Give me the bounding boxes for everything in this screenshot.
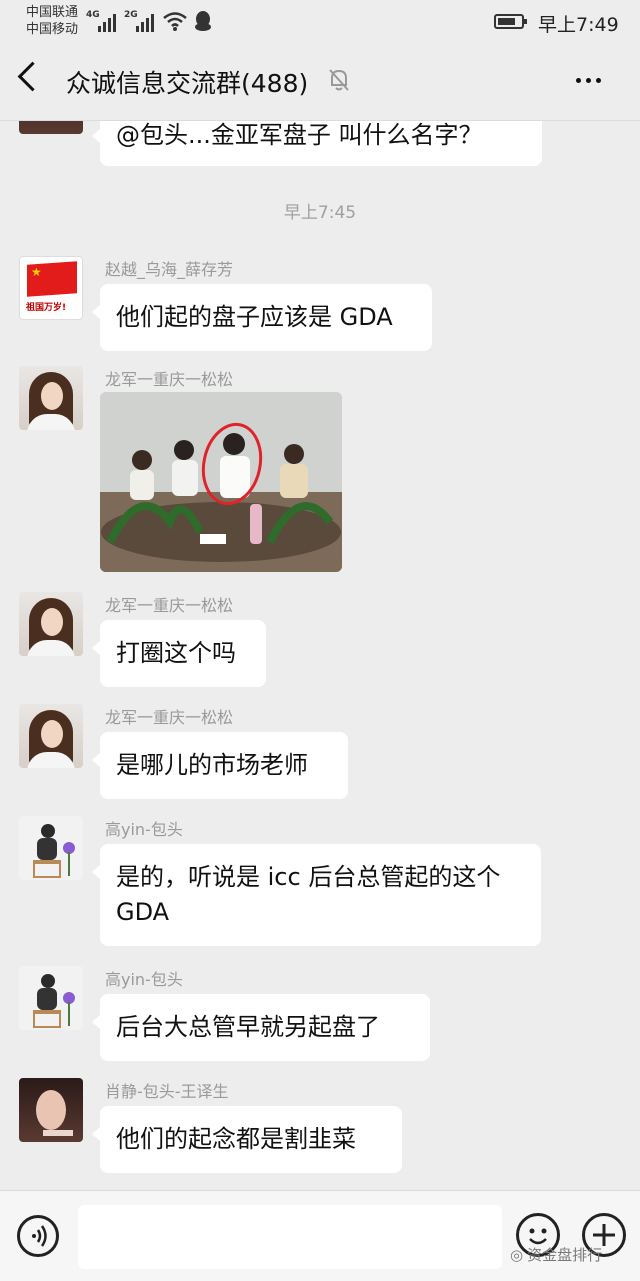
message-input[interactable] [78, 1205, 502, 1269]
sender-name: 龙军一重庆一松松 [105, 370, 234, 389]
sender-name: 肖静-包头-王译生 [105, 1082, 229, 1101]
wechat-icon: ◎ [510, 1245, 524, 1264]
more-icon[interactable] [576, 78, 601, 83]
voice-icon[interactable] [17, 1215, 59, 1257]
signal-icon [98, 10, 116, 32]
photo-image [100, 392, 342, 572]
avatar[interactable] [19, 1078, 83, 1142]
avatar[interactable] [19, 966, 83, 1030]
timestamp: 早上7:45 [283, 203, 357, 223]
battery-icon [494, 14, 527, 29]
input-bar [0, 1190, 640, 1281]
avatar-text: 祖国万岁! [26, 300, 67, 313]
message-list: @包头...金亚军盘子 叫什么名字？ 早上7:45 ★ 祖国万岁! 赵越_乌海_… [0, 120, 640, 1190]
signal-icon-2 [136, 10, 154, 32]
watermark-text: 资金盘排行 [527, 1246, 603, 1264]
carrier-1: 中国联通 [26, 5, 79, 20]
qq-icon [195, 11, 211, 31]
avatar[interactable] [19, 816, 83, 880]
avatar[interactable]: ★ 祖国万岁! [19, 256, 83, 320]
sender-name: 高yin-包头 [105, 970, 183, 989]
message-bubble[interactable]: 他们起的盘子应该是 GDA [92, 284, 432, 351]
wifi-icon [163, 12, 187, 31]
avatar[interactable] [19, 366, 83, 430]
chat-header: 众诚信息交流群(488) [0, 44, 640, 121]
sender-name: 赵越_乌海_薛存芳 [105, 260, 234, 279]
mute-bell-icon [329, 69, 349, 91]
watermark: ◎ 资金盘排行 [510, 1244, 602, 1265]
carrier-2: 中国移动 [26, 22, 79, 37]
message-bubble[interactable]: 打圈这个吗 [92, 620, 266, 687]
message-bubble[interactable]: 后台大总管早就另起盘了 [92, 994, 430, 1061]
back-arrow-icon[interactable] [17, 61, 48, 92]
status-bar: 中国联通 中国移动 4G 2G 早上7:49 [0, 0, 640, 44]
message-bubble[interactable]: 他们的起念都是割韭菜 [92, 1106, 402, 1173]
chat-title: 众诚信息交流群(488) [66, 69, 309, 98]
message-bubble[interactable]: 是哪儿的市场老师 [92, 732, 348, 799]
sender-name: 高yin-包头 [105, 820, 183, 839]
sender-name: 龙军一重庆一松松 [105, 708, 234, 727]
carrier-labels: 中国联通 中国移动 [26, 4, 78, 38]
message-bubble[interactable]: @包头...金亚军盘子 叫什么名字？ [92, 120, 542, 166]
status-time: 早上7:49 [538, 14, 619, 36]
sender-name: 龙军一重庆一松松 [105, 596, 234, 615]
meeting-photo[interactable] [100, 392, 342, 572]
avatar[interactable] [19, 120, 83, 134]
message-bubble[interactable]: 是的，听说是 icc 后台总管起的这个 GDA [92, 844, 541, 946]
avatar[interactable] [19, 704, 83, 768]
avatar[interactable] [19, 592, 83, 656]
